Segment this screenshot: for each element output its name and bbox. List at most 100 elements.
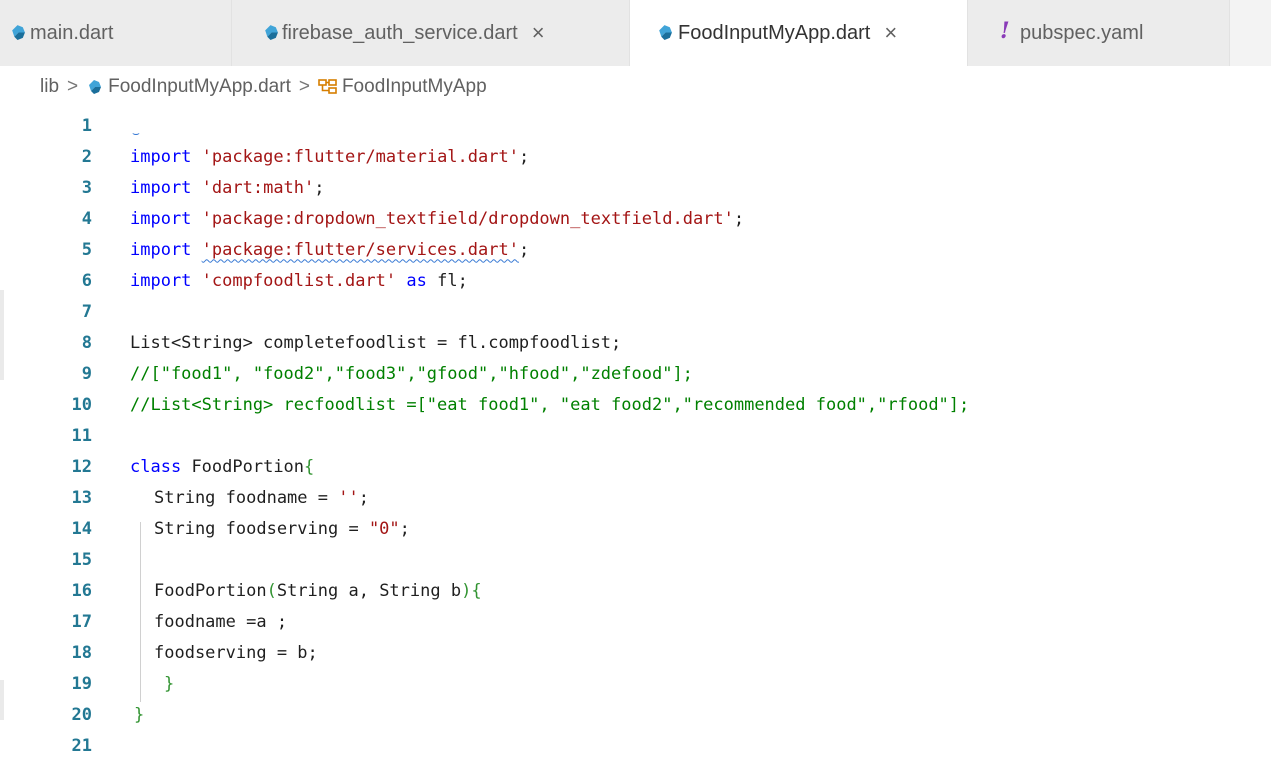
breadcrumb-separator: > — [298, 76, 310, 97]
code-line[interactable]: 20 } — [0, 699, 1271, 730]
line-number: 7 — [81, 301, 92, 322]
tab-firebase-auth-service-dart[interactable]: firebase_auth_service.dart × — [232, 0, 630, 66]
tab-bar-empty-area — [1230, 0, 1271, 66]
code-line[interactable]: 16 FoodPortion(String a, String b){ — [0, 575, 1271, 606]
close-icon[interactable]: × — [884, 22, 897, 44]
brace-token: { — [304, 456, 315, 477]
keyword-token: import — [130, 177, 192, 198]
line-number: 2 — [81, 146, 92, 167]
code-token: String foodserving = — [154, 518, 369, 539]
brace-token: } — [164, 673, 175, 694]
punctuation-token: ; — [518, 146, 530, 167]
code-line[interactable]: 15 — [0, 544, 1271, 575]
line-number: 15 — [71, 549, 92, 570]
keyword-token: class — [130, 456, 182, 477]
code-line[interactable]: 17 foodname =a ; — [0, 606, 1271, 637]
code-text: String foodname = ''; — [154, 488, 369, 508]
string-token: 'package:dropdown_textfield/dropdown_tex… — [201, 208, 734, 229]
code-line[interactable]: 8 List<String> completefoodlist = fl.com… — [0, 327, 1271, 358]
paren-token: ( — [266, 580, 277, 601]
punctuation-token: ; — [358, 487, 369, 508]
code-line[interactable]: 1 — [0, 110, 1271, 141]
keyword-token: as — [406, 270, 427, 291]
code-line[interactable]: 6 import 'compfoodlist.dart' as fl; — [0, 265, 1271, 296]
string-token: 'package:flutter/material.dart' — [201, 146, 519, 167]
code-line[interactable]: 12 class FoodPortion{ — [0, 451, 1271, 482]
code-text: import 'package:dropdown_textfield/dropd… — [130, 209, 744, 229]
code-line[interactable]: 14 String foodserving = "0"; — [0, 513, 1271, 544]
code-text: import 'package:flutter/services.dart'; — [130, 240, 529, 260]
line-number: 20 — [71, 704, 92, 725]
tab-foodinputmyapp-dart[interactable]: FoodInputMyApp.dart × — [630, 0, 968, 66]
line-number: 11 — [71, 425, 92, 446]
line-number: 9 — [81, 363, 92, 384]
code-editor[interactable]: ⌣ 1 2 import 'package:flutter/material.d… — [0, 110, 1271, 778]
line-number: 18 — [71, 642, 92, 663]
close-icon[interactable]: × — [532, 22, 545, 44]
tab-label: FoodInputMyApp.dart — [678, 21, 871, 44]
breadcrumb-separator: > — [67, 76, 79, 97]
tab-main-dart[interactable]: main.dart — [0, 0, 232, 66]
keyword-token: import — [130, 270, 192, 291]
code-line[interactable]: 4 import 'package:dropdown_textfield/dro… — [0, 203, 1271, 234]
code-text: import 'dart:math'; — [130, 178, 325, 198]
line-number: 13 — [71, 487, 92, 508]
paren-token: ) — [461, 580, 472, 601]
comment-text: //["food1", "food2","food3","gfood","hfo… — [130, 363, 693, 384]
code-line[interactable]: 2 import 'package:flutter/material.dart'… — [0, 141, 1271, 172]
tab-label: pubspec.yaml — [1020, 21, 1144, 44]
line-number: 14 — [71, 518, 92, 539]
code-text: List<String> completefoodlist = fl.compf… — [130, 332, 622, 353]
constructor-token: FoodPortion — [154, 580, 267, 601]
line-number: 6 — [81, 270, 92, 291]
punctuation-token: ; — [733, 208, 745, 229]
editor-tab-bar: main.dart firebase_auth_service.dart × F… — [0, 0, 1271, 66]
dart-file-icon — [12, 25, 25, 40]
code-text: foodserving = b; — [154, 642, 318, 663]
line-number: 8 — [81, 332, 92, 353]
identifier-token: fl; — [437, 270, 468, 291]
tab-label: firebase_auth_service.dart — [282, 21, 518, 44]
code-text: foodname =a ; — [154, 611, 288, 632]
code-text: class FoodPortion{ — [130, 457, 314, 477]
code-line[interactable]: 18 foodserving = b; — [0, 637, 1271, 668]
keyword-token: import — [130, 146, 192, 167]
code-line[interactable]: 7 — [0, 296, 1271, 327]
code-line[interactable]: 9 //["food1", "food2","food3","gfood","h… — [0, 358, 1271, 389]
string-token: 'dart:math' — [201, 177, 315, 198]
code-text: String foodserving = "0"; — [154, 519, 410, 539]
brace-token: } — [134, 704, 145, 725]
code-line[interactable]: 21 — [0, 730, 1271, 761]
punctuation-token: ; — [399, 518, 410, 539]
line-number: 17 — [71, 611, 92, 632]
code-line[interactable]: 19 } — [0, 668, 1271, 699]
code-line[interactable]: 3 import 'dart:math'; — [0, 172, 1271, 203]
breadcrumb: lib > FoodInputMyApp.dart > FoodInputMyA… — [40, 73, 487, 101]
code-token: String foodname = — [154, 487, 339, 508]
brace-token: { — [471, 580, 482, 601]
line-number: 3 — [81, 177, 92, 198]
dart-file-icon — [89, 80, 102, 94]
line-number: 16 — [71, 580, 92, 601]
class-name-token: FoodPortion — [191, 456, 305, 477]
code-line[interactable]: 10 //List<String> recfoodlist =["eat foo… — [0, 389, 1271, 420]
line-number: 4 — [81, 208, 92, 229]
dart-file-icon — [265, 25, 278, 40]
tab-label: main.dart — [30, 21, 114, 44]
string-token: "0" — [368, 518, 400, 539]
tab-pubspec-yaml[interactable]: ! pubspec.yaml — [968, 0, 1230, 66]
line-number: 5 — [81, 239, 92, 260]
keyword-token: import — [130, 239, 192, 260]
breadcrumb-file[interactable]: FoodInputMyApp.dart — [108, 76, 291, 98]
code-text: import 'compfoodlist.dart' as fl; — [130, 271, 468, 291]
breadcrumb-symbol[interactable]: FoodInputMyApp — [342, 76, 487, 98]
params-token: String a, String b — [276, 580, 462, 601]
line-number: 12 — [71, 456, 92, 477]
code-line[interactable]: 11 — [0, 420, 1271, 451]
line-number: 21 — [71, 735, 92, 756]
code-text: import 'package:flutter/material.dart'; — [130, 147, 529, 167]
code-line[interactable]: 13 String foodname = ''; — [0, 482, 1271, 513]
code-line[interactable]: 5 import 'package:flutter/services.dart'… — [0, 234, 1271, 265]
string-token-with-warning[interactable]: 'package:flutter/services.dart' — [202, 240, 519, 260]
breadcrumb-folder[interactable]: lib — [40, 76, 59, 98]
